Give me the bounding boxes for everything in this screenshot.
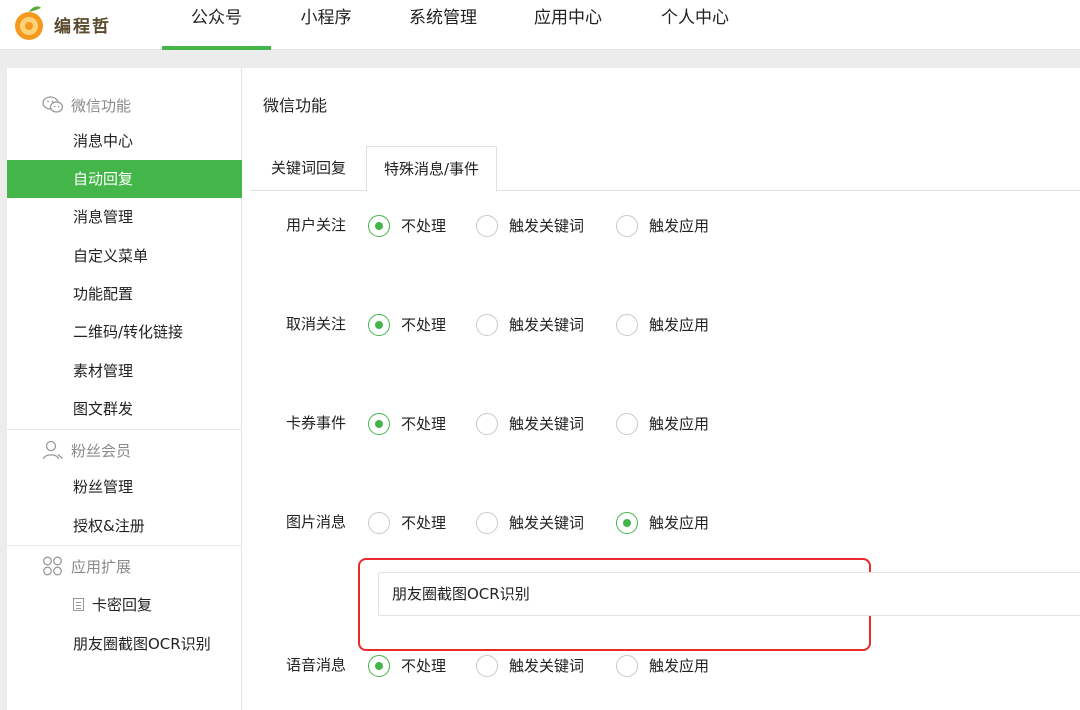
- tab-keyword-reply[interactable]: 关键词回复: [254, 146, 363, 191]
- sidebar-item-material-management[interactable]: 素材管理: [7, 352, 242, 390]
- radio-label: 触发应用: [649, 217, 710, 235]
- radio-circle: [616, 215, 638, 237]
- radio-user-follow-no-action[interactable]: 不处理: [368, 214, 458, 238]
- top-navbar: 编程哲 公众号 小程序 系统管理 应用中心 个人中心: [0, 0, 1080, 50]
- radio-circle: [368, 413, 390, 435]
- wechat-icon: [42, 96, 64, 113]
- radio-image-message-no-action[interactable]: 不处理: [368, 511, 458, 535]
- sidebar-item-feature-config[interactable]: 功能配置: [7, 275, 242, 313]
- row-label-card-event: 卡券事件: [286, 414, 347, 432]
- orange-logo-icon: [15, 6, 43, 40]
- radio-label: 触发关键词: [509, 657, 585, 675]
- sidebar-section-fans: 粉丝会员: [7, 431, 242, 467]
- sidebar-item-card-reply[interactable]: 卡密回复: [7, 586, 242, 624]
- sidebar-divider: [7, 429, 242, 430]
- main-panel: 微信功能 关键词回复 特殊消息/事件 用户关注 不处理 触发关键词 触发应用 取…: [242, 68, 1080, 710]
- radio-unfollow-keyword[interactable]: 触发关键词: [476, 313, 596, 337]
- page-title: 微信功能: [263, 96, 328, 115]
- brand-name: 编程哲: [54, 17, 111, 37]
- radio-circle: [368, 215, 390, 237]
- radio-label: 触发应用: [649, 657, 710, 675]
- sidebar: 微信功能 消息中心 自动回复 消息管理 自定义菜单 功能配置 二维码/转化链接 …: [7, 68, 242, 710]
- sidebar-item-auto-reply[interactable]: 自动回复: [7, 160, 242, 198]
- radio-image-message-keyword[interactable]: 触发关键词: [476, 511, 596, 535]
- selected-app-field[interactable]: 朋友圈截图OCR识别: [378, 572, 1080, 616]
- sidebar-item-ocr[interactable]: 朋友圈截图OCR识别: [7, 625, 242, 663]
- radio-circle: [476, 413, 498, 435]
- radio-label: 触发应用: [649, 415, 710, 433]
- radio-circle: [476, 314, 498, 336]
- radio-voice-message-app[interactable]: 触发应用: [616, 654, 726, 678]
- radio-label: 不处理: [401, 217, 447, 235]
- sidebar-item-custom-menu[interactable]: 自定义菜单: [7, 237, 242, 275]
- document-icon: [73, 598, 84, 611]
- sidebar-item-message-center[interactable]: 消息中心: [7, 122, 242, 160]
- radio-label: 触发应用: [649, 316, 710, 334]
- nav-personal-center[interactable]: 个人中心: [650, 0, 740, 50]
- radio-label: 触发关键词: [509, 217, 585, 235]
- radio-circle: [476, 512, 498, 534]
- sidebar-item-fans-management[interactable]: 粉丝管理: [7, 468, 242, 506]
- sidebar-item-auth-register[interactable]: 授权&注册: [7, 507, 242, 545]
- radio-circle: [476, 215, 498, 237]
- radio-label: 不处理: [401, 657, 447, 675]
- nav-app-center[interactable]: 应用中心: [523, 0, 613, 50]
- radio-label: 触发关键词: [509, 316, 585, 334]
- radio-voice-message-keyword[interactable]: 触发关键词: [476, 654, 596, 678]
- radio-image-message-app[interactable]: 触发应用: [616, 511, 726, 535]
- sidebar-section-wechat: 微信功能: [7, 86, 242, 122]
- row-label-image-message: 图片消息: [286, 513, 347, 531]
- sidebar-section-title: 微信功能: [71, 97, 132, 115]
- row-label-voice-message: 语音消息: [286, 656, 347, 674]
- radio-circle: [616, 413, 638, 435]
- user-icon: [42, 440, 63, 460]
- radio-circle: [368, 655, 390, 677]
- radio-card-event-keyword[interactable]: 触发关键词: [476, 412, 596, 436]
- tab-special-events[interactable]: 特殊消息/事件: [366, 146, 498, 192]
- radio-circle: [368, 314, 390, 336]
- sidebar-item-label: 卡密回复: [92, 596, 153, 614]
- nav-xiaochengxu[interactable]: 小程序: [288, 0, 364, 50]
- radio-label: 不处理: [401, 316, 447, 334]
- row-label-unfollow: 取消关注: [286, 315, 347, 333]
- sidebar-item-mass-send[interactable]: 图文群发: [7, 390, 242, 428]
- sidebar-section-title: 粉丝会员: [71, 442, 132, 460]
- radio-label: 触发关键词: [509, 514, 585, 532]
- nav-gongzhonghao[interactable]: 公众号: [162, 0, 271, 50]
- radio-circle: [616, 655, 638, 677]
- radio-circle: [476, 655, 498, 677]
- radio-label: 触发应用: [649, 514, 710, 532]
- radio-user-follow-keyword[interactable]: 触发关键词: [476, 214, 596, 238]
- nav-system-management[interactable]: 系统管理: [398, 0, 488, 50]
- radio-card-event-app[interactable]: 触发应用: [616, 412, 726, 436]
- radio-label: 不处理: [401, 514, 447, 532]
- radio-label: 不处理: [401, 415, 447, 433]
- radio-voice-message-no-action[interactable]: 不处理: [368, 654, 458, 678]
- apps-icon: [43, 556, 62, 576]
- sidebar-section-title: 应用扩展: [71, 558, 132, 576]
- radio-user-follow-app[interactable]: 触发应用: [616, 214, 726, 238]
- radio-unfollow-no-action[interactable]: 不处理: [368, 313, 458, 337]
- radio-circle: [616, 512, 638, 534]
- radio-card-event-no-action[interactable]: 不处理: [368, 412, 458, 436]
- radio-circle: [368, 512, 390, 534]
- sidebar-section-apps: 应用扩展: [7, 547, 242, 583]
- sidebar-item-message-management[interactable]: 消息管理: [7, 198, 242, 236]
- radio-label: 触发关键词: [509, 415, 585, 433]
- brand-logo[interactable]: 编程哲: [10, 4, 120, 42]
- radio-circle: [616, 314, 638, 336]
- sidebar-item-qrcode-links[interactable]: 二维码/转化链接: [7, 313, 242, 351]
- row-label-user-follow: 用户关注: [286, 216, 347, 234]
- sidebar-divider: [7, 545, 242, 546]
- radio-unfollow-app[interactable]: 触发应用: [616, 313, 726, 337]
